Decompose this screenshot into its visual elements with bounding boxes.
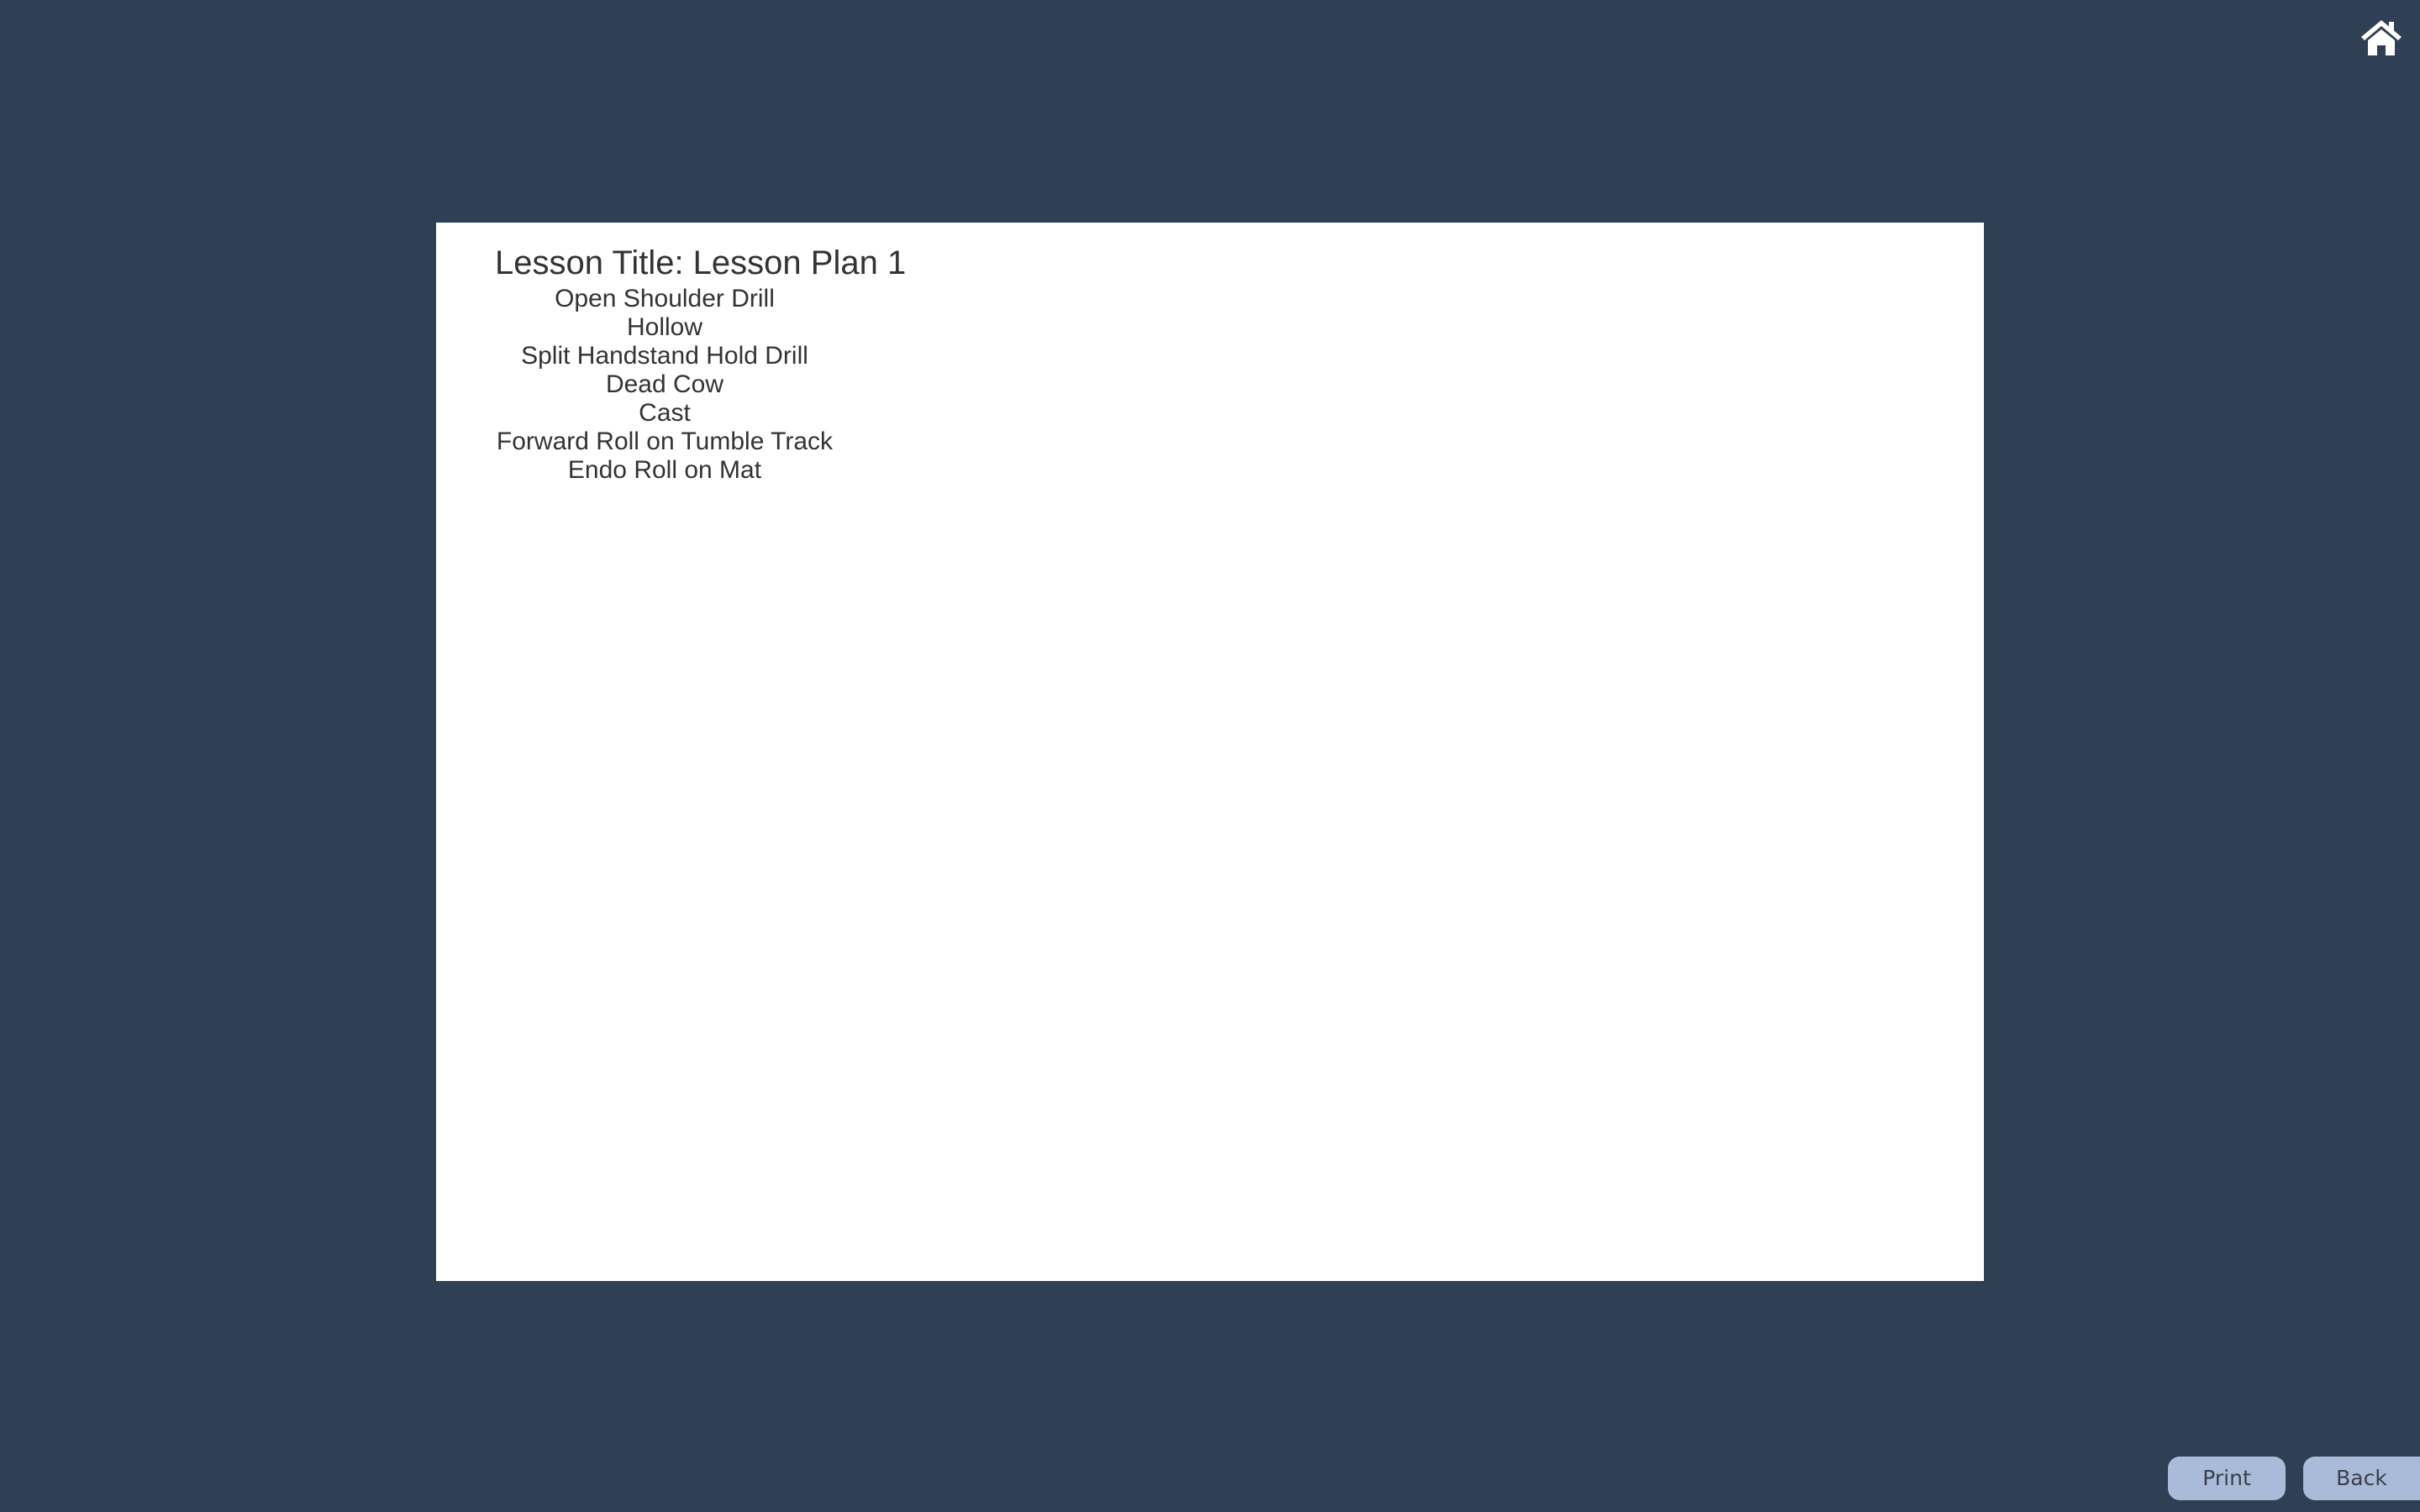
skill-item: Endo Roll on Mat xyxy=(567,456,762,484)
lesson-plan-sheet: Lesson Title: Lesson Plan 1 Open Shoulde… xyxy=(436,223,1984,1281)
skill-item: Hollow xyxy=(626,313,703,341)
skill-item: Forward Roll on Tumble Track xyxy=(496,428,834,455)
home-icon xyxy=(2361,20,2402,55)
print-button[interactable]: Print xyxy=(2168,1457,2286,1500)
skill-item: Open Shoulder Drill xyxy=(555,285,775,312)
skill-item: Split Handstand Hold Drill xyxy=(521,342,808,370)
home-button[interactable] xyxy=(2360,18,2403,57)
skill-list: Open Shoulder Drill Hollow Split Handsta… xyxy=(495,285,834,485)
skill-item: Cast xyxy=(639,399,691,427)
skill-item: Dead Cow xyxy=(605,370,724,398)
back-button[interactable]: Back xyxy=(2303,1457,2420,1500)
lesson-content: Lesson Title: Lesson Plan 1 Open Shoulde… xyxy=(495,241,906,485)
lesson-title: Lesson Title: Lesson Plan 1 xyxy=(495,244,907,281)
